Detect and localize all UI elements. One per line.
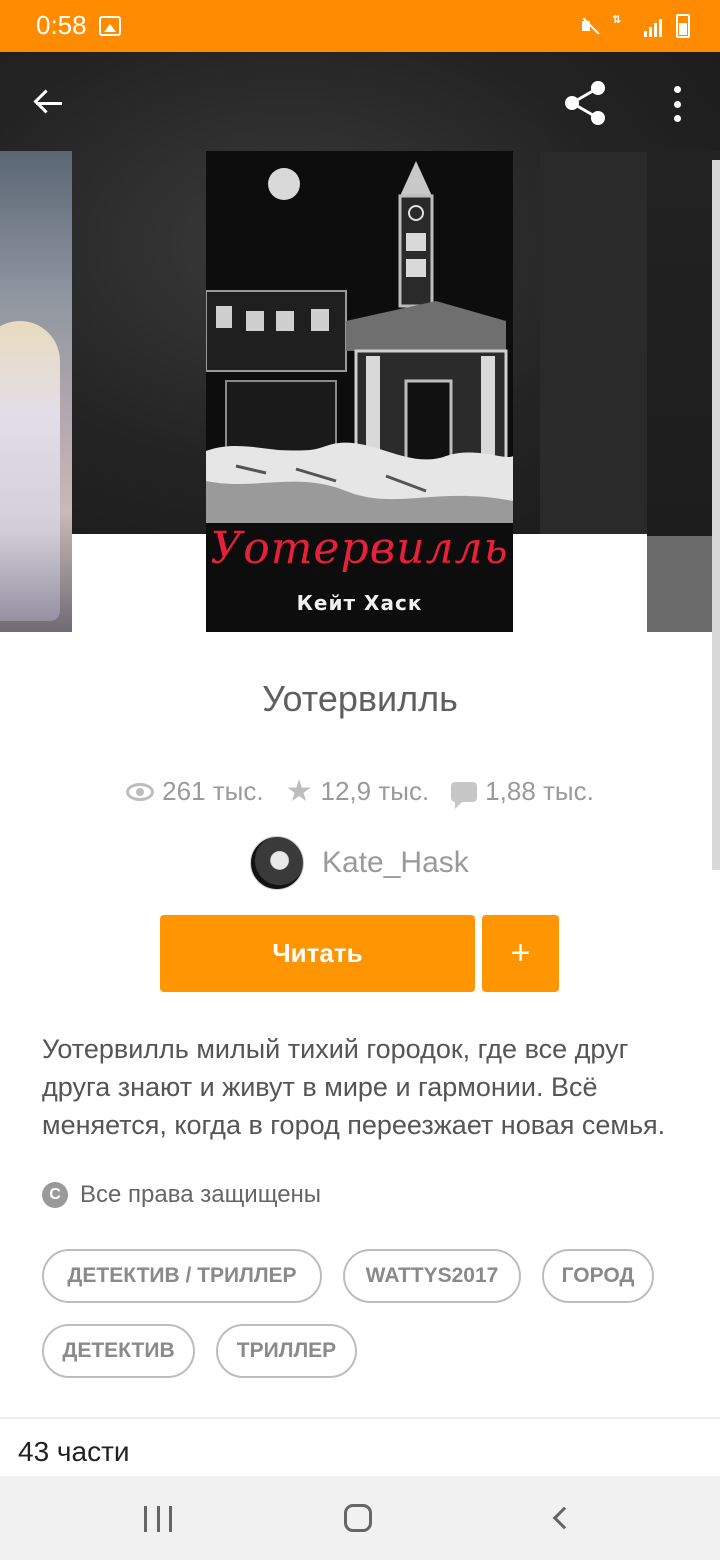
- book-description: Уотервилль милый тихий городок, где все …: [42, 1034, 666, 1140]
- reads-stat: 261 тыс.: [126, 776, 264, 807]
- tag-thriller[interactable]: ТРИЛЛЕР: [216, 1324, 357, 1378]
- copyright-text: Все права защищены: [80, 1181, 322, 1208]
- share-icon[interactable]: [560, 78, 612, 128]
- copyright-icon: C: [42, 1182, 68, 1208]
- comments-count: 1,88 тыс.: [485, 776, 594, 806]
- status-bar: 0:58 ⇅: [0, 0, 720, 52]
- comments-stat: 1,88 тыс.: [451, 776, 594, 809]
- avatar[interactable]: [250, 836, 304, 890]
- book-title: Уотервилль: [262, 678, 458, 719]
- book-cover[interactable]: Уотервилль Кейт Хаск: [206, 151, 513, 632]
- tag-detective[interactable]: ДЕТЕКТИВ: [42, 1324, 195, 1378]
- cover-author-text: Кейт Хаск: [296, 591, 423, 615]
- scrollbar[interactable]: [712, 160, 720, 870]
- comment-icon: [451, 781, 478, 809]
- copyright-row: C Все права защищены: [42, 1181, 321, 1209]
- back-arrow-icon[interactable]: [26, 82, 72, 124]
- add-to-library-button[interactable]: +: [482, 915, 559, 992]
- divider: [0, 1417, 720, 1419]
- reads-count: 261 тыс.: [162, 776, 264, 806]
- battery-icon: [676, 14, 690, 38]
- next-book-cover[interactable]: [647, 151, 720, 632]
- book-stats: 261 тыс. ★ 12,9 тыс. 1,88 тыс.: [0, 776, 720, 809]
- read-button[interactable]: Читать: [160, 915, 475, 992]
- data-icon: ⇅: [612, 14, 622, 26]
- star-icon: ★: [285, 773, 313, 809]
- recents-icon[interactable]: [144, 1506, 172, 1532]
- mute-icon: [580, 15, 600, 37]
- top-bar: [0, 52, 720, 152]
- votes-stat: ★ 12,9 тыс.: [286, 776, 430, 807]
- status-time: 0:58: [36, 10, 87, 40]
- parts-count[interactable]: 43 части: [18, 1436, 130, 1468]
- status-icons: ⇅: [580, 14, 690, 38]
- home-icon[interactable]: [344, 1504, 372, 1532]
- eye-icon: [126, 782, 155, 801]
- image-icon: [99, 16, 121, 36]
- tag-city[interactable]: ГОРОД: [542, 1249, 654, 1303]
- tag-wattys2017[interactable]: WATTYS2017: [343, 1249, 521, 1303]
- cover-title-text: Уотервилль: [210, 523, 509, 574]
- more-vert-icon[interactable]: [660, 82, 694, 126]
- previous-book-cover[interactable]: [0, 151, 72, 632]
- tag-detective-thriller[interactable]: ДЕТЕКТИВ / ТРИЛЛЕР: [42, 1249, 322, 1303]
- signal-icon: [644, 15, 664, 37]
- author-name[interactable]: Kate_Hask: [322, 846, 469, 880]
- votes-count: 12,9 тыс.: [320, 776, 430, 806]
- author-link[interactable]: Kate_Hask: [250, 836, 469, 890]
- nav-back-icon[interactable]: [552, 1506, 576, 1530]
- system-nav-bar: [0, 1476, 720, 1560]
